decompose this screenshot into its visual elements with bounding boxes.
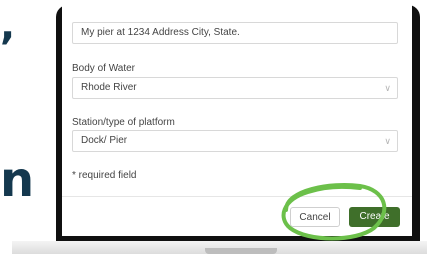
station-type-value: Dock/ Pier (81, 135, 128, 146)
station-type-select[interactable]: Dock/ Pier ∨ (72, 130, 398, 152)
laptop-notch (205, 248, 277, 254)
required-field-note: * required field (72, 170, 137, 181)
create-button[interactable]: Create (349, 207, 400, 227)
station-type-label: Station/type of platform (72, 117, 175, 128)
footer-divider (62, 196, 412, 197)
cancel-button[interactable]: Cancel (290, 207, 340, 227)
background-comma: , (0, 3, 16, 49)
background-letter: n (0, 152, 35, 208)
stage: , n My pier at 1234 Address City, State.… (0, 0, 427, 254)
chevron-down-icon: ∨ (384, 83, 391, 93)
chevron-down-icon: ∨ (384, 136, 391, 146)
body-of-water-label: Body of Water (72, 63, 135, 74)
body-of-water-value: Rhode River (81, 82, 137, 93)
location-input[interactable]: My pier at 1234 Address City, State. (72, 22, 398, 44)
body-of-water-select[interactable]: Rhode River ∨ (72, 77, 398, 99)
station-form-screen: My pier at 1234 Address City, State. Bod… (62, 0, 412, 236)
